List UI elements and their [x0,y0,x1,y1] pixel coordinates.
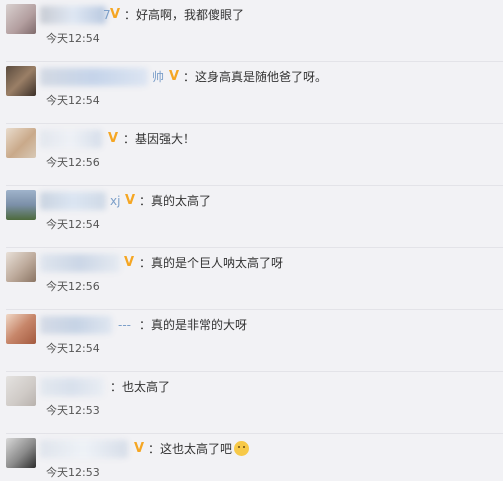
username-blurred[interactable] [40,6,106,24]
comment-text: ：真的太高了 [139,194,212,208]
comment-time: 今天12:56 [46,156,100,169]
comment-text: ：这身高真是随他爸了呀。 [183,70,328,84]
username-blurred[interactable] [40,68,148,86]
comment-text: ：这也太高了吧 [148,440,250,458]
username-tail[interactable]: xj [110,192,120,210]
comment-time: 今天12:53 [46,466,100,479]
vip-badge-icon: V [110,7,121,22]
comment-text: ：基因强大！ [123,132,196,146]
comment-text: ：也太高了 [110,380,171,394]
vip-badge-icon: V [124,255,135,270]
comment-item: V ：基因强大！ 今天12:56 [0,124,503,186]
username-tail[interactable]: 帅 [152,68,164,86]
comment-text-content: ：这也太高了吧 [148,442,233,456]
comment-item: V ：真的是个巨人呐太高了呀 今天12:56 [0,248,503,310]
comment-time: 今天12:54 [46,218,100,231]
comment-text: ：好高啊，我都傻眼了 [124,8,245,22]
comment-time: 今天12:54 [46,32,100,45]
comment-item: 7 V ：好高啊，我都傻眼了 今天12:54 [0,0,503,62]
comment-text: ：真的是非常的大呀 [139,318,248,332]
username-blurred[interactable] [40,254,120,272]
username-blurred[interactable] [40,378,104,396]
vip-badge-icon: V [125,193,136,208]
comment-item: 帅 V ：这身高真是随他爸了呀。 今天12:54 [0,62,503,124]
username-blurred[interactable] [40,130,102,148]
comment-list: 7 V ：好高啊，我都傻眼了 今天12:54 帅 V ：这身高真是随他爸了呀。 … [0,0,503,481]
comment-time: 今天12:54 [46,342,100,355]
username-blurred[interactable] [40,192,106,210]
avatar[interactable] [6,4,36,34]
comment-item: --- ：真的是非常的大呀 今天12:54 [0,310,503,372]
username-blurred[interactable] [40,440,128,458]
doge-emoji-icon [234,441,250,456]
vip-badge-icon: V [169,69,180,84]
comment-item: V ：这也太高了吧 今天12:53 [0,434,503,481]
avatar[interactable] [6,376,36,406]
avatar[interactable] [6,128,36,158]
comment-text: ：真的是个巨人呐太高了呀 [139,256,284,270]
username-tail[interactable]: --- [118,316,131,334]
avatar[interactable] [6,314,36,344]
comment-item: ：也太高了 今天12:53 [0,372,503,434]
avatar[interactable] [6,252,36,282]
comment-time: 今天12:56 [46,280,100,293]
avatar[interactable] [6,66,36,96]
vip-badge-icon: V [134,441,145,456]
username-blurred[interactable] [40,316,112,334]
comment-item: xj V ：真的太高了 今天12:54 [0,186,503,248]
comment-time: 今天12:53 [46,404,100,417]
avatar[interactable] [6,438,36,468]
comment-time: 今天12:54 [46,94,100,107]
avatar[interactable] [6,190,36,220]
vip-badge-icon: V [108,131,119,146]
